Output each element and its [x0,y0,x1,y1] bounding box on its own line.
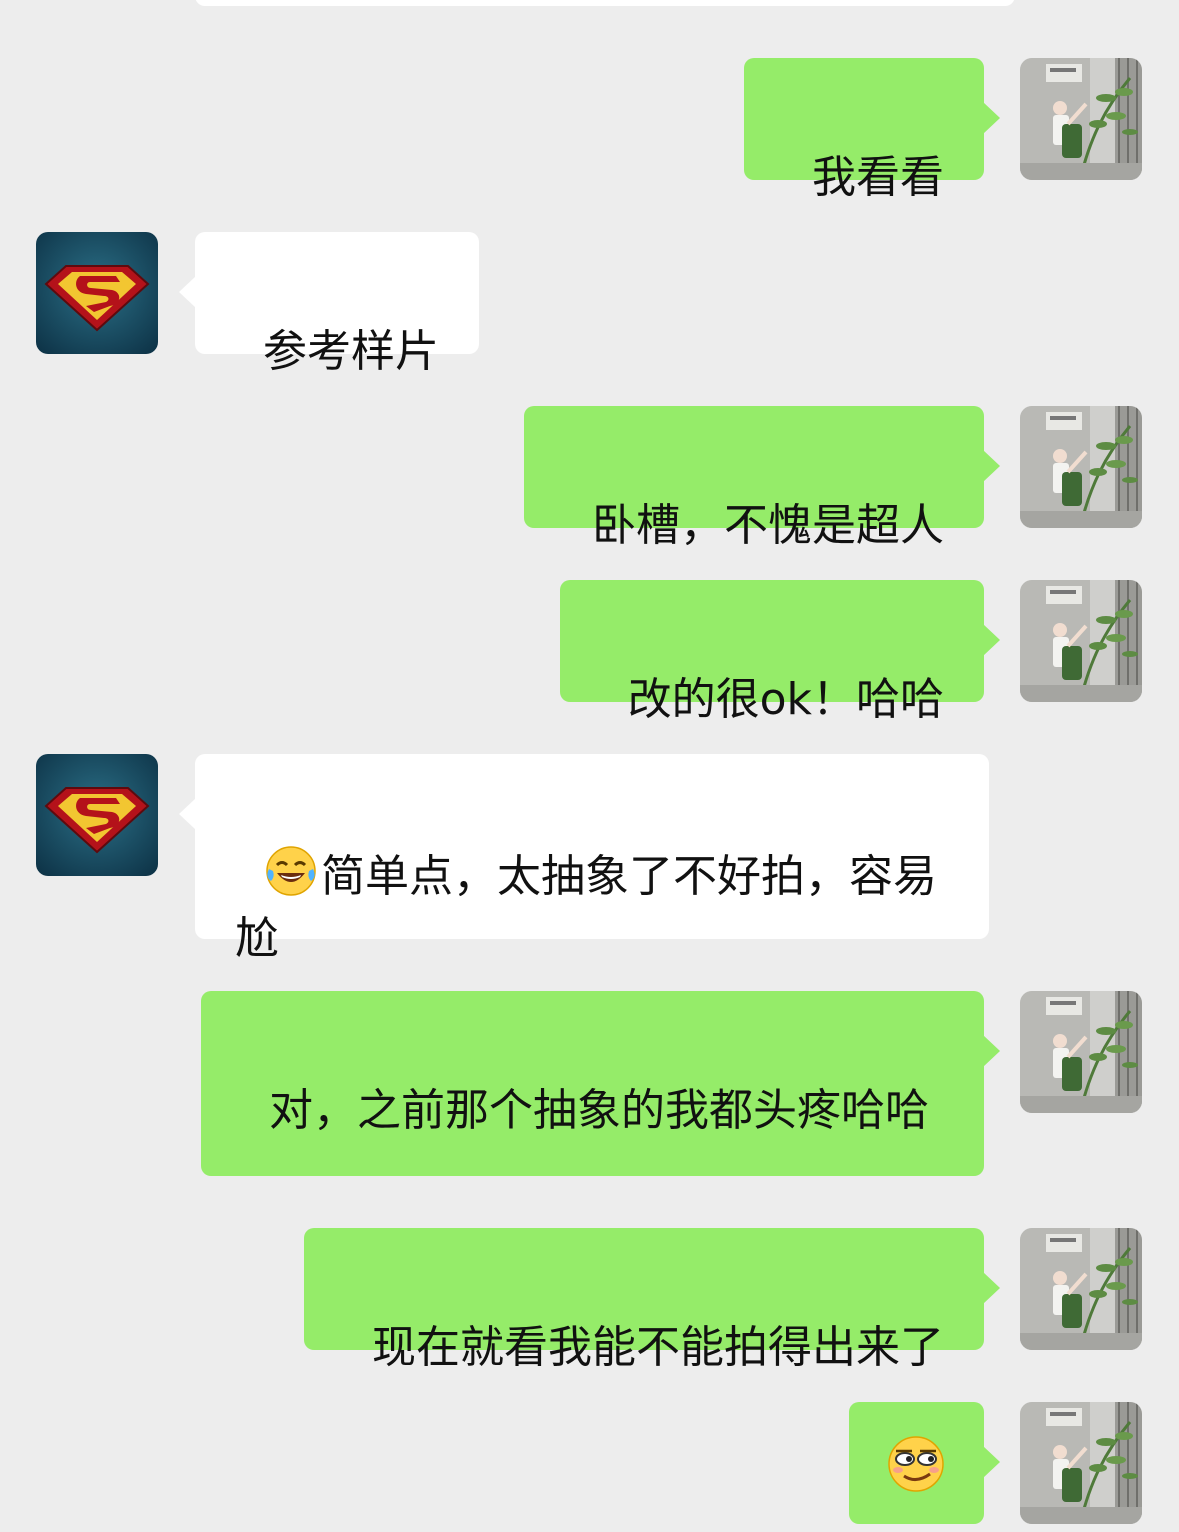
contact-avatar[interactable] [36,754,158,876]
message-text: 现在就看我能不能拍得出来了 [372,1322,944,1373]
my-avatar[interactable] [1020,991,1142,1113]
message-text: 简单点，太抽象了不好拍，容易尬 [235,851,937,964]
message-bubble-outgoing[interactable]: 卧槽，不愧是超人 [524,406,1000,551]
contact-avatar[interactable] [36,232,158,354]
my-avatar[interactable] [1020,58,1142,180]
photo-avatar-icon [1020,1228,1142,1350]
my-avatar[interactable] [1020,1402,1142,1524]
message-bubble-outgoing[interactable] [849,1402,1000,1524]
message-text: 卧槽，不愧是超人 [592,500,944,551]
message-bubble-outgoing[interactable]: 改的很ok！哈哈 [559,580,1001,725]
message-text: 对，之前那个抽象的我都头疼哈哈 [268,1085,929,1136]
photo-avatar-icon [1020,580,1142,702]
superman-logo-icon [36,754,158,876]
message-text: 参考样片 [262,326,439,377]
message-text: 改的很ok！哈哈 [627,674,944,725]
message-bubble-outgoing[interactable]: 对，之前那个抽象的我都头疼哈哈 [201,991,1000,1176]
photo-avatar-icon [1020,1402,1142,1524]
photo-avatar-icon [1020,991,1142,1113]
smirk-emoji-icon [886,1434,946,1494]
photo-avatar-icon [1020,58,1142,180]
photo-avatar-icon [1020,406,1142,528]
message-text: 我看看 [812,152,944,203]
superman-logo-icon [36,232,158,354]
message-bubble-outgoing[interactable]: 我看看 [744,58,1000,203]
previous-message-bubble [195,0,1015,6]
my-avatar[interactable] [1020,406,1142,528]
message-bubble-outgoing[interactable]: 现在就看我能不能拍得出来了 [304,1228,1000,1373]
my-avatar[interactable] [1020,580,1142,702]
message-bubble-incoming[interactable]: 参考样片 [179,232,479,377]
laughing-tears-emoji-icon [263,843,319,899]
message-bubble-incoming[interactable]: 简单点，太抽象了不好拍，容易尬 [179,754,989,964]
my-avatar[interactable] [1020,1228,1142,1350]
